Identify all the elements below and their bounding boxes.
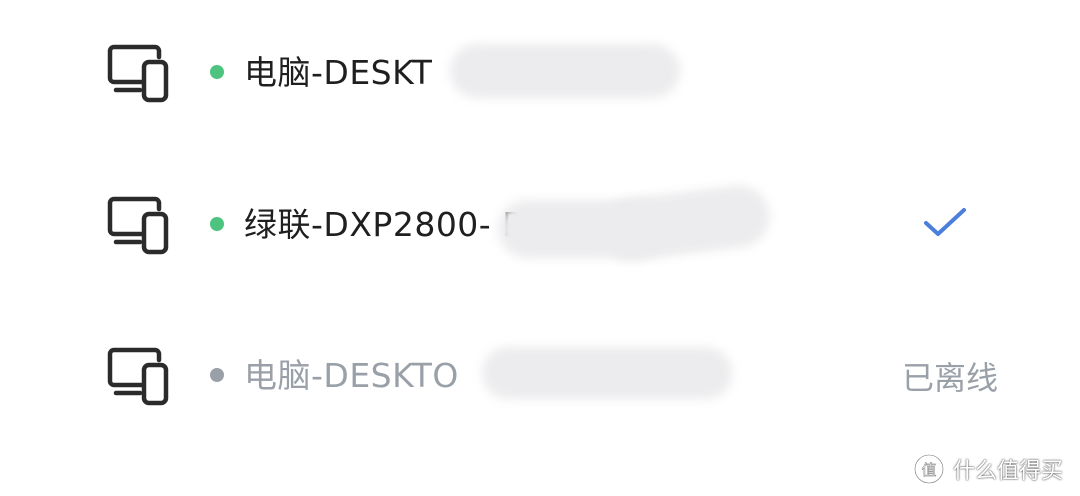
device-row[interactable]: 电脑-DESKTO 已离线 [0,321,1080,431]
redaction-blur [482,347,732,399]
offline-status-dot [210,368,224,382]
watermark-text: 什么值得买 [953,459,1064,484]
devices-icon [107,44,169,103]
device-name: 电脑-DESKTO [244,356,459,395]
svg-text:值: 值 [921,461,936,479]
device-row[interactable]: 电脑-DESKT [0,18,1080,128]
check-icon [924,208,966,236]
online-status-dot [210,65,224,79]
device-list: 电脑-DESKT 绿联-DXP2800- PA… 电脑-DESKTO 已离线 [0,0,1080,496]
devices-icon [107,347,169,406]
device-name: 电脑-DESKT [244,53,433,92]
zhi-logo-icon: 值 [913,453,945,485]
redaction-blur [596,181,774,265]
redaction-blur [450,44,680,98]
offline-status-label: 已离线 [902,359,999,397]
device-row[interactable]: 绿联-DXP2800- PA… [0,170,1080,280]
devices-icon [107,196,169,255]
online-status-dot [210,217,224,231]
watermark: 值 什么值得买 [913,451,1063,487]
